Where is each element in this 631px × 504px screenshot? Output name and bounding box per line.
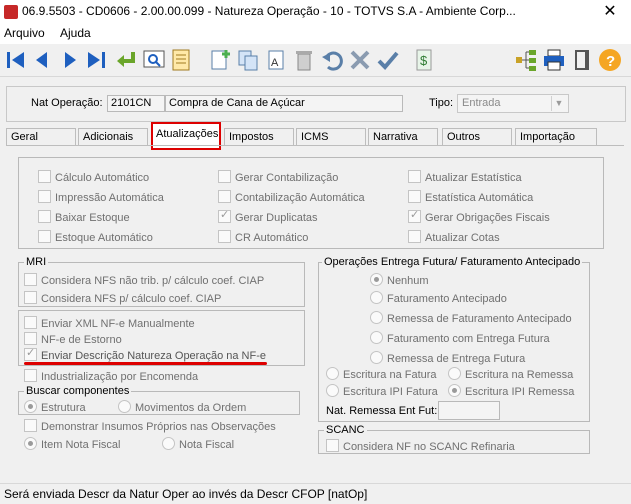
- radio-estrutura[interactable]: Estrutura: [24, 400, 86, 414]
- new-icon[interactable]: [208, 48, 232, 72]
- tipo-value: Entrada: [462, 97, 501, 109]
- atualizacao-checkbox[interactable]: Impressão Automática: [38, 190, 164, 204]
- nat-remessa-field[interactable]: [438, 401, 500, 420]
- radio-ipi-remessa[interactable]: Escritura IPI Remessa: [448, 384, 574, 398]
- tab-adicionais[interactable]: Adicionais: [78, 128, 148, 145]
- header-group: Nat Operação: 2101CN Compra de Cana de A…: [6, 86, 626, 122]
- tab-narrativa[interactable]: Narrativa: [368, 128, 438, 145]
- app-icon: [4, 5, 18, 19]
- atualizacao-checkbox[interactable]: Gerar Duplicatas: [218, 208, 318, 224]
- radio-movimentos-ordem[interactable]: Movimentos da Ordem: [118, 400, 246, 414]
- nat-code-field[interactable]: 2101CN: [107, 95, 165, 112]
- scanc-checkbox[interactable]: Considera NF no SCANC Refinaria: [326, 439, 515, 453]
- radio-entrega-option[interactable]: Faturamento Antecipado: [370, 291, 507, 305]
- svg-text:A: A: [271, 57, 279, 69]
- prev-icon[interactable]: [30, 48, 54, 72]
- scanc-legend: SCANC: [324, 424, 367, 436]
- radio-ipi-fatura[interactable]: Escritura IPI Fatura: [326, 384, 438, 398]
- svg-text:$: $: [420, 53, 428, 68]
- atualizacao-checkbox[interactable]: Estoque Automático: [38, 230, 153, 244]
- dollar-icon[interactable]: $: [412, 48, 436, 72]
- enviar-descricao-checkbox[interactable]: Enviar Descrição Natureza Operação na NF…: [24, 346, 266, 362]
- nat-operacao-label: Nat Operação:: [31, 97, 103, 109]
- next-icon[interactable]: [58, 48, 82, 72]
- atualizacao-checkbox[interactable]: Gerar Contabilização: [218, 170, 338, 184]
- menu-bar: Arquivo Ajuda: [0, 24, 631, 44]
- tab-icms[interactable]: ICMS: [296, 128, 366, 145]
- buscar-legend: Buscar componentes: [24, 385, 132, 397]
- atualizacao-checkbox[interactable]: Atualizar Cotas: [408, 230, 500, 244]
- print-icon[interactable]: [542, 48, 566, 72]
- status-bar: Será enviada Descr da Natur Oper ao invé…: [0, 483, 631, 504]
- undo-icon[interactable]: [320, 48, 344, 72]
- tree-icon[interactable]: [514, 48, 538, 72]
- radio-entrega-option[interactable]: Remessa de Entrega Futura: [370, 351, 525, 365]
- radio-item-nota-fiscal[interactable]: Item Nota Fiscal: [24, 437, 120, 451]
- confirm-icon[interactable]: [376, 48, 400, 72]
- demonstrar-checkbox[interactable]: Demonstrar Insumos Próprios nas Observaç…: [24, 419, 276, 433]
- atualizacao-checkbox[interactable]: Estatística Automática: [408, 190, 533, 204]
- tab-outros[interactable]: Outros: [442, 128, 512, 145]
- radio-nota-fiscal[interactable]: Nota Fiscal: [162, 437, 234, 451]
- copy-icon[interactable]: [236, 48, 260, 72]
- highlight-underline: [24, 362, 267, 365]
- enviar-xml-checkbox[interactable]: Enviar XML NF-e Manualmente: [24, 316, 195, 330]
- status-text: Será enviada Descr da Natur Oper ao invé…: [4, 487, 368, 501]
- report-icon[interactable]: [170, 48, 194, 72]
- text-icon[interactable]: A: [264, 48, 288, 72]
- radio-escritura-remessa[interactable]: Escritura na Remessa: [448, 367, 573, 381]
- first-icon[interactable]: [4, 48, 28, 72]
- cancel-icon[interactable]: [348, 48, 372, 72]
- mri-nfs-nao-trib-checkbox[interactable]: Considera NFS não trib. p/ cálculo coef.…: [24, 273, 264, 287]
- close-button[interactable]: ✕: [598, 2, 622, 22]
- industrializacao-checkbox[interactable]: Industrialização por Encomenda: [24, 369, 198, 383]
- atualizacao-checkbox[interactable]: Cálculo Automático: [38, 170, 149, 184]
- atualizacao-checkbox[interactable]: Contabilização Automática: [218, 190, 365, 204]
- mri-legend: MRI: [24, 256, 49, 268]
- svg-text:?: ?: [606, 53, 615, 70]
- nat-desc-field[interactable]: Compra de Cana de Açúcar: [165, 95, 403, 112]
- window-title: 06.9.5503 - CD0606 - 2.00.00.099 - Natur…: [22, 4, 516, 18]
- atualizacao-checkbox[interactable]: Gerar Obrigações Fiscais: [408, 208, 550, 224]
- atualizacao-checkbox[interactable]: Atualizar Estatística: [408, 170, 522, 184]
- tipo-select[interactable]: Entrada ▼: [457, 94, 569, 113]
- delete-icon[interactable]: [292, 48, 316, 72]
- chevron-down-icon: ▼: [551, 96, 566, 111]
- entrega-futura-legend: Operações Entrega Futura/ Faturamento An…: [322, 256, 583, 268]
- last-icon[interactable]: [84, 48, 108, 72]
- tab-geral[interactable]: Geral: [6, 128, 76, 145]
- title-bar: 06.9.5503 - CD0606 - 2.00.00.099 - Natur…: [0, 0, 631, 24]
- atualizacao-checkbox[interactable]: CR Automático: [218, 230, 308, 244]
- mri-nfs-checkbox[interactable]: Considera NFS p/ cálculo coef. CIAP: [24, 291, 221, 305]
- tipo-label: Tipo:: [429, 97, 454, 109]
- menu-arquivo[interactable]: Arquivo: [4, 26, 45, 40]
- return-icon[interactable]: [114, 48, 138, 72]
- help-icon[interactable]: ?: [598, 48, 622, 72]
- radio-entrega-option[interactable]: Faturamento com Entrega Futura: [370, 331, 550, 345]
- menu-ajuda[interactable]: Ajuda: [60, 26, 91, 40]
- tab-impostos[interactable]: Impostos: [224, 128, 294, 145]
- toolbar: A $ ?: [0, 44, 631, 77]
- nfe-estorno-checkbox[interactable]: NF-e de Estorno: [24, 332, 122, 346]
- nat-remessa-label: Nat. Remessa Ent Fut:: [326, 405, 438, 417]
- radio-entrega-option[interactable]: Remessa de Faturamento Antecipado: [370, 311, 572, 325]
- atualizacao-checkbox[interactable]: Baixar Estoque: [38, 210, 130, 224]
- tab-importacao[interactable]: Importação: [515, 128, 597, 145]
- tab-divider: [6, 145, 624, 146]
- radio-escritura-fatura[interactable]: Escritura na Fatura: [326, 367, 437, 381]
- search-icon[interactable]: [142, 48, 166, 72]
- radio-entrega-option[interactable]: Nenhum: [370, 273, 429, 287]
- exit-icon[interactable]: [570, 48, 594, 72]
